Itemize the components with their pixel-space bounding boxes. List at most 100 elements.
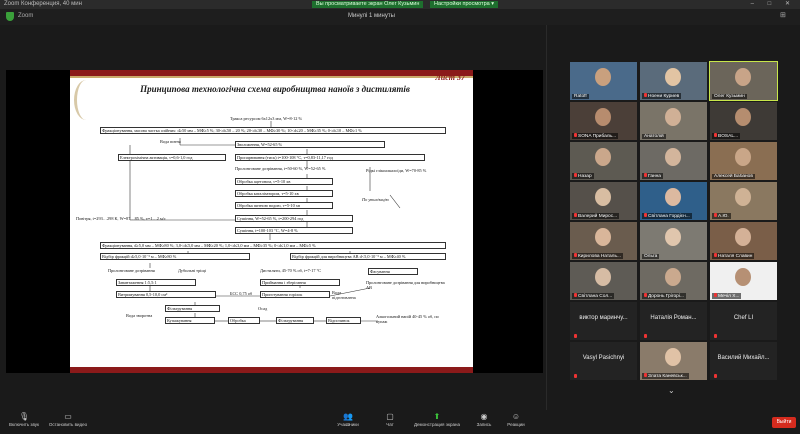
- participant-tile[interactable]: Анатолій: [640, 102, 707, 140]
- participant-name: Мечіл Х...: [712, 293, 742, 299]
- participant-name-text: Ratoff: [574, 94, 587, 99]
- participant-tile[interactable]: Наталя Славин: [710, 222, 777, 260]
- slide-box-filter2: Фільтрування: [276, 317, 314, 324]
- slide-box-blend: Купажування: [165, 317, 215, 324]
- app-title: Zoom Конференция, 40 мин: [4, 1, 82, 7]
- panel-divider[interactable]: [546, 25, 547, 410]
- participant-tile[interactable]: Злата Каневськ...: [640, 342, 707, 380]
- participant-face: [665, 228, 681, 246]
- participant-name-large: виктор маринчу...: [579, 315, 628, 321]
- viewing-banner: Вы просматриваете экран Олег Кузьмин: [312, 1, 424, 8]
- participant-face: [595, 108, 611, 126]
- participant-name-text: Назар: [578, 174, 592, 179]
- microphone-muted-icon: [714, 334, 717, 338]
- participant-tile[interactable]: А.Ю.: [710, 182, 777, 220]
- meeting-topbar: [0, 9, 800, 25]
- microphone-muted-icon: [714, 253, 717, 257]
- gallery-view-button[interactable]: ⊞: [780, 11, 786, 19]
- record-label: Запись: [476, 422, 492, 427]
- participant-tile[interactable]: Мечіл Х...: [710, 262, 777, 300]
- slide-box-fraction: Фракціонування, масова частка олійних: d…: [100, 127, 446, 134]
- participant-name-text: А.Ю.: [718, 214, 729, 219]
- participant-face: [595, 228, 611, 246]
- participant-tile[interactable]: Кирилова Наталь...: [570, 222, 637, 260]
- stop-video-button[interactable]: ▭ Остановить видео: [44, 413, 92, 428]
- microphone-muted-icon: [574, 133, 577, 137]
- participant-name-text: Мечіл Х...: [718, 294, 740, 299]
- microphone-muted-icon: [574, 334, 577, 338]
- participant-tile[interactable]: Олег Кузьмин: [709, 61, 778, 101]
- participant-face: [735, 148, 751, 166]
- participant-face: [595, 188, 611, 206]
- reactions-label: Реакции: [507, 422, 525, 427]
- participant-name: Ratoff: [572, 94, 589, 99]
- chat-button[interactable]: ▢ Чат: [366, 413, 414, 428]
- microphone-muted-icon: [574, 173, 577, 177]
- window-controls[interactable]: – □ ✕: [751, 0, 796, 9]
- share-screen-button[interactable]: ⬆ Демонстрация экрана: [412, 412, 462, 428]
- participant-tile[interactable]: Алексей Бабанов: [710, 142, 777, 180]
- participant-name-text: Ноени Куриев: [648, 94, 680, 99]
- participant-tile[interactable]: Ганна: [640, 142, 707, 180]
- slide-box-packing: Фасування: [368, 268, 418, 275]
- participant-name: Злата Каневськ...: [642, 373, 689, 379]
- presentation-slide: Лист 37 Принципова технологічна схема ви…: [70, 70, 473, 373]
- share-screen-icon: ⬆: [433, 412, 441, 421]
- slide-box-fraction2: Фракціонування, d≥5,0 мм – МФ≥80 %; 3,0<…: [100, 242, 446, 249]
- leave-button[interactable]: Выйти: [772, 417, 796, 428]
- participant-tile[interactable]: Василий Михайл...: [710, 342, 777, 380]
- microphone-muted-icon: [574, 253, 577, 257]
- participant-tile[interactable]: Vasyl Pasichnyi: [570, 342, 637, 380]
- participant-tile[interactable]: BOSAL...: [710, 102, 777, 140]
- participant-name-text: Ольга: [644, 254, 658, 259]
- shield-icon[interactable]: [6, 12, 14, 21]
- slide-text-input: Тракса ресурсом 6х12х3 мм, W=8-12 %: [230, 116, 303, 121]
- participant-face: [665, 188, 681, 206]
- participant-tile[interactable]: виктор маринчу...: [570, 302, 637, 340]
- participant-name: Назар: [572, 173, 594, 179]
- slide-text-tannic: Дубильні тріщі: [178, 268, 206, 273]
- meeting-info-label[interactable]: Zoom: [18, 13, 33, 19]
- participant-name: А.Ю.: [712, 213, 731, 219]
- slide-box-select2: Відбір фракцій для виробництва АВ d<5,0·…: [290, 253, 446, 260]
- participant-name: Доронь Грігорі...: [642, 293, 686, 299]
- participant-name-text: Кирилова Наталь...: [578, 254, 621, 259]
- participant-tile[interactable]: Світлана Сол...: [570, 262, 637, 300]
- participant-name-text: SONA Прибаль...: [578, 134, 617, 139]
- reactions-button[interactable]: ☺ Реакции: [492, 413, 540, 428]
- slide-box-prepare: Приготування горілок: [260, 291, 330, 298]
- participant-tile[interactable]: Наталія Роман...: [640, 302, 707, 340]
- participant-tile[interactable]: Доронь Грігорі...: [640, 262, 707, 300]
- participant-name: Світлана Сол...: [572, 293, 615, 299]
- participant-name-text: Наталя Славин: [718, 254, 753, 259]
- participant-tile[interactable]: Назар: [570, 142, 637, 180]
- unmute-button[interactable]: 🎙 Включить звук: [0, 413, 48, 428]
- gallery-next-chevron-icon[interactable]: ⌄: [668, 386, 675, 395]
- slide-text-prolong-av: Пролонговане дозрівання для виробництва …: [366, 280, 445, 290]
- participant-name-text: Олег Кузьмин: [714, 94, 745, 99]
- unmute-label: Включить звук: [8, 422, 39, 427]
- slide-box-acetone: Обробка ацетоном, τ=5-10 хв: [235, 178, 333, 185]
- participant-name: Світлана Гордієн...: [642, 213, 692, 219]
- slide-box-dry1: Сушіння, W=52-65 %, t=200-294 год: [235, 215, 353, 222]
- participant-name-text: Валерий Мирос...: [578, 214, 618, 219]
- microphone-muted-icon: [644, 173, 647, 177]
- participant-name-text: Доронь Грігорі...: [648, 294, 684, 299]
- slide-text-distill: Дистиляти, 45-70 % об, t=7-17 °С: [260, 268, 322, 273]
- participant-tile[interactable]: Ольга: [640, 222, 707, 260]
- view-options-button[interactable]: Настройки просмотра ▾: [430, 1, 498, 8]
- record-icon: ◉: [480, 412, 488, 421]
- participant-tile[interactable]: Ratoff: [570, 62, 637, 100]
- participant-face: [595, 148, 611, 166]
- participant-tile[interactable]: Chef LI: [710, 302, 777, 340]
- participant-name: Ноени Куриев: [642, 93, 682, 99]
- participant-tile[interactable]: Ноени Куриев: [640, 62, 707, 100]
- slide-box-aging: Витримування 0,5-10,0 см³: [116, 291, 216, 298]
- participant-tile[interactable]: Світлана Гордієн...: [640, 182, 707, 220]
- slide-box-filter: Фільтрування: [165, 305, 220, 312]
- participant-tile[interactable]: Валерий Мирос...: [570, 182, 637, 220]
- participants-button[interactable]: 👥47 Участники: [324, 413, 372, 428]
- microphone-muted-icon: [574, 213, 577, 217]
- participant-face: [595, 268, 611, 286]
- participant-tile[interactable]: SONA Прибаль...: [570, 102, 637, 140]
